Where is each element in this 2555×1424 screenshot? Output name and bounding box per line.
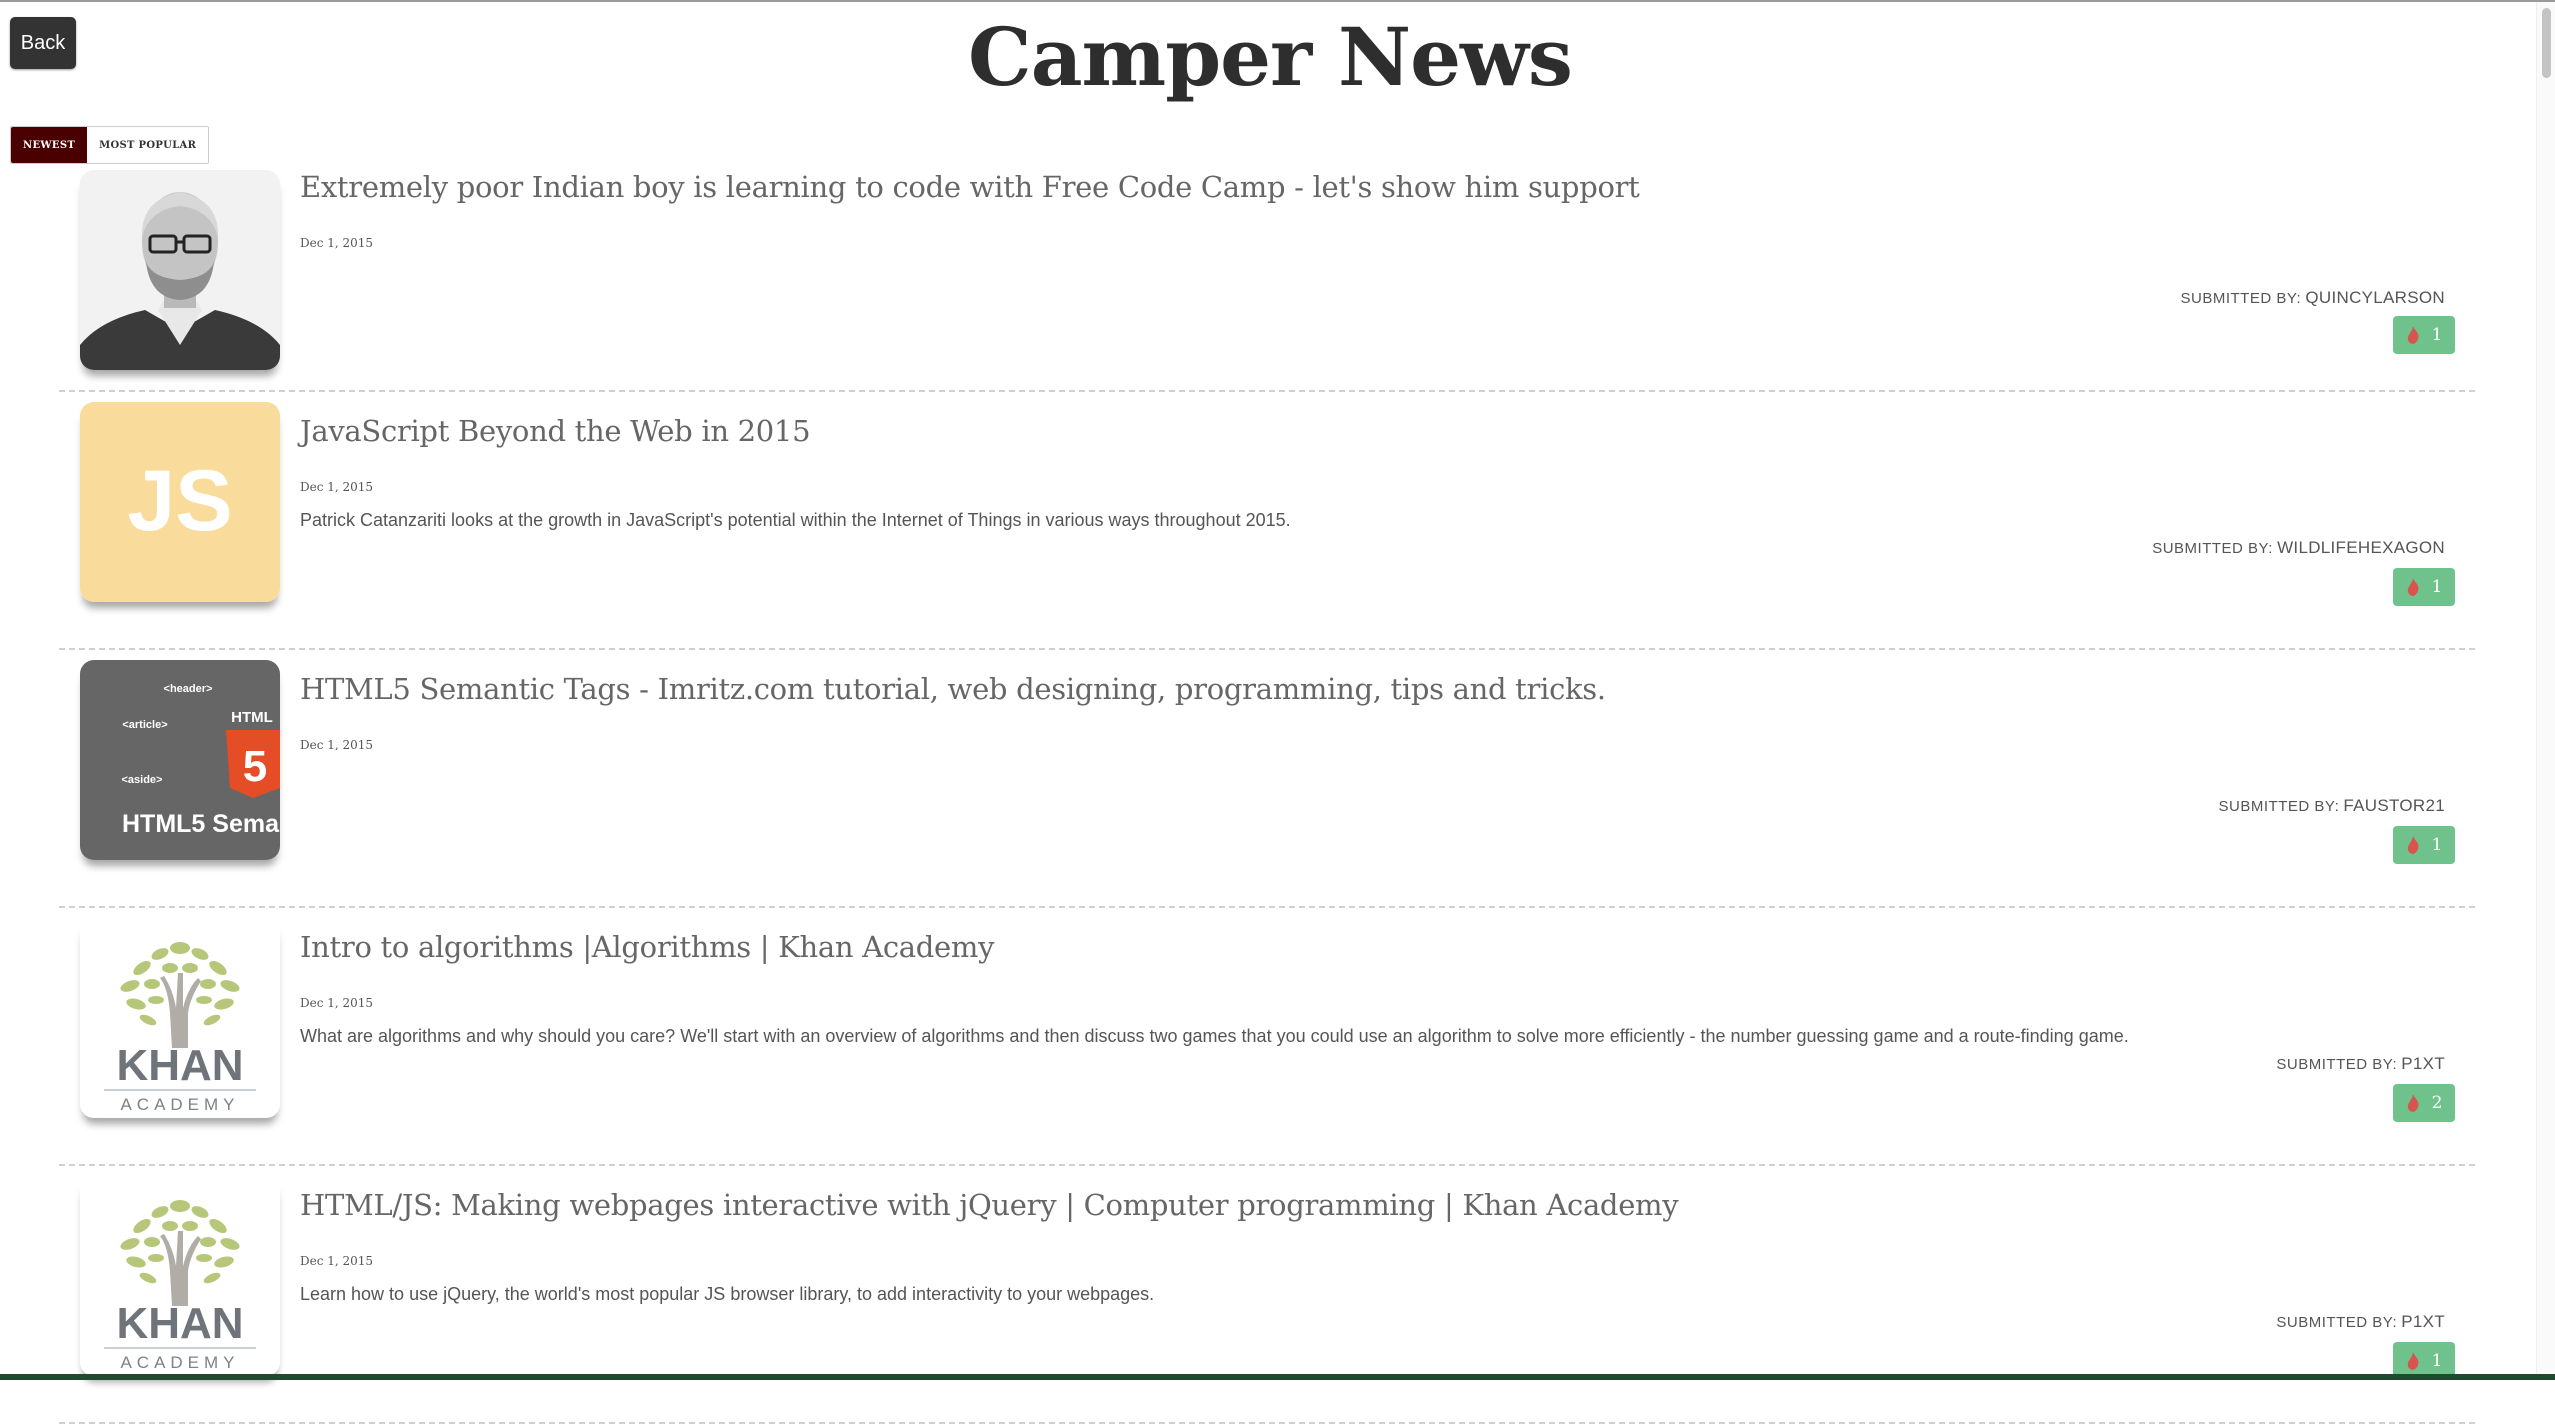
story-date: Dec 1, 2015	[300, 1254, 374, 1268]
submitted-by-label: SUBMITTED BY:	[2180, 290, 2302, 307]
submitter-name[interactable]: P1XT	[2401, 1054, 2445, 1073]
story-title-link[interactable]: HTML5 Semantic Tags - Imritz.com tutoria…	[300, 672, 1606, 706]
story-title-link[interactable]: JavaScript Beyond the Web in 2015	[300, 414, 811, 448]
upvote-count: 2	[2431, 1093, 2443, 1113]
flame-icon	[2407, 836, 2419, 854]
story-title-link[interactable]: Extremely poor Indian boy is learning to…	[300, 170, 1640, 204]
submitter-name[interactable]: QUINCYLARSON	[2305, 288, 2445, 307]
sort-most-popular-button[interactable]: MOST POPULAR	[87, 127, 209, 163]
upvote-count: 1	[2431, 1351, 2443, 1371]
sort-toggle: NEWEST MOST POPULAR	[10, 126, 210, 164]
story-item: Extremely poor Indian boy is learning to…	[59, 170, 2475, 392]
scrollbar-thumb[interactable]	[2542, 8, 2551, 78]
submitted-by: SUBMITTED BY: P1XT	[2276, 1054, 2445, 1074]
flame-icon	[2407, 578, 2419, 596]
story-date: Dec 1, 2015	[300, 236, 374, 250]
scrollbar[interactable]	[2536, 2, 2555, 1380]
story-date: Dec 1, 2015	[300, 480, 374, 494]
upvote-button[interactable]: 1	[2393, 826, 2455, 864]
page-title: Camper News	[968, 10, 1573, 104]
thumb-html5-caption: HTML5 Sema	[122, 810, 280, 838]
story-date: Dec 1, 2015	[300, 738, 374, 752]
thumb-html-label: HTML	[231, 709, 273, 726]
khan-academy-logo-icon[interactable]	[80, 918, 280, 1118]
story-list: Extremely poor Indian boy is learning to…	[59, 170, 2475, 1424]
flame-icon	[2407, 1352, 2419, 1370]
submitted-by: SUBMITTED BY: QUINCYLARSON	[2181, 288, 2445, 308]
submitted-by-label: SUBMITTED BY:	[2152, 540, 2273, 557]
submitted-by-label: SUBMITTED BY:	[2276, 1314, 2398, 1331]
js-logo-icon[interactable]: JS	[80, 402, 280, 602]
story-description: Learn how to use jQuery, the world's mos…	[300, 1284, 1155, 1304]
story-item: JS JavaScript Beyond the Web in 2015 Dec…	[59, 392, 2475, 650]
upvote-button[interactable]: 1	[2393, 568, 2455, 606]
khan-academy-logo-icon[interactable]	[80, 1176, 280, 1376]
thumb-header-tag: <header>	[164, 683, 213, 695]
sort-newest-button[interactable]: NEWEST	[11, 127, 88, 163]
submitter-name[interactable]: P1XT	[2401, 1312, 2445, 1331]
flame-icon	[2407, 326, 2419, 344]
flame-icon	[2407, 1094, 2419, 1112]
story-item: <header> <article> <aside> HTML 5 HTML5 …	[59, 650, 2475, 908]
submitter-name[interactable]: WILDLIFEHEXAGON	[2277, 538, 2445, 557]
upvote-button[interactable]: 2	[2393, 1084, 2455, 1122]
story-date: Dec 1, 2015	[300, 996, 374, 1010]
story-item: Intro to algorithms |Algorithms | Khan A…	[59, 908, 2475, 1166]
thumb-html5-digit: 5	[243, 742, 267, 791]
story-description: What are algorithms and why should you c…	[300, 1026, 2129, 1046]
person-photo-icon[interactable]	[80, 170, 280, 370]
thumb-article-tag: <article>	[122, 719, 167, 731]
submitted-by-label: SUBMITTED BY:	[2218, 798, 2340, 815]
submitted-by: SUBMITTED BY: WILDLIFEHEXAGON	[2152, 538, 2445, 558]
story-item: HTML/JS: Making webpages interactive wit…	[59, 1166, 2475, 1424]
thumb-aside-tag: <aside>	[122, 774, 163, 786]
upvote-button[interactable]: 1	[2393, 316, 2455, 354]
story-description: Patrick Catanzariti looks at the growth …	[300, 510, 1291, 530]
bottom-border	[0, 1374, 2555, 1380]
story-title-link[interactable]: Intro to algorithms |Algorithms | Khan A…	[300, 930, 995, 964]
submitted-by-label: SUBMITTED BY:	[2276, 1056, 2398, 1073]
html5-logo-icon[interactable]: <header> <article> <aside> HTML 5 HTML5 …	[80, 660, 280, 860]
upvote-count: 1	[2431, 577, 2443, 597]
submitted-by: SUBMITTED BY: FAUSTOR21	[2219, 796, 2445, 816]
upvote-count: 1	[2431, 325, 2443, 345]
js-logo-text: JS	[127, 453, 232, 549]
submitted-by: SUBMITTED BY: P1XT	[2276, 1312, 2445, 1332]
submitter-name[interactable]: FAUSTOR21	[2343, 796, 2445, 815]
story-title-link[interactable]: HTML/JS: Making webpages interactive wit…	[300, 1188, 1679, 1222]
upvote-count: 1	[2431, 835, 2443, 855]
